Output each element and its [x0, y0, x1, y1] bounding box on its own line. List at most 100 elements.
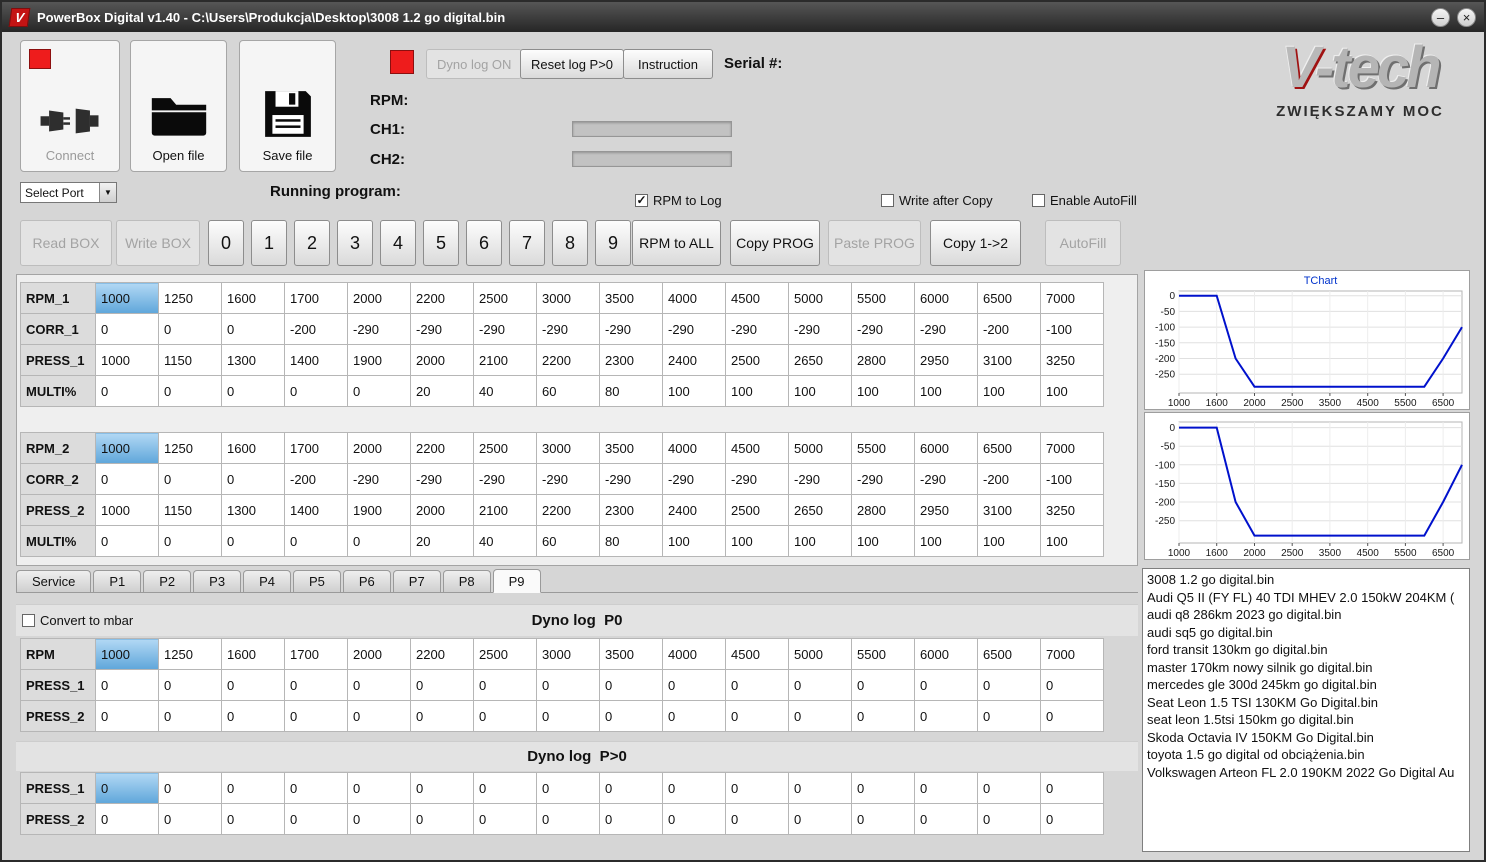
table-cell[interactable]: -290 [725, 313, 789, 345]
table-cell[interactable]: 0 [1040, 772, 1104, 804]
table-cell[interactable]: 0 [788, 700, 852, 732]
table-cell[interactable]: 2500 [473, 282, 537, 314]
table-cell[interactable]: 1000 [95, 494, 159, 526]
table-cell[interactable]: 2800 [851, 344, 915, 376]
table-cell[interactable]: 3500 [599, 282, 663, 314]
table-cell[interactable]: -290 [599, 463, 663, 495]
table-cell[interactable]: 2100 [473, 344, 537, 376]
table-cell[interactable]: 1000 [95, 432, 159, 464]
table-cell[interactable]: 0 [851, 669, 915, 701]
table-cell[interactable]: 1300 [221, 494, 285, 526]
file-item[interactable]: seat leon 1.5tsi 150km go digital.bin [1143, 711, 1469, 729]
title-bar[interactable]: V PowerBox Digital v1.40 - C:\Users\Prod… [2, 2, 1484, 32]
table-cell[interactable]: 1600 [221, 432, 285, 464]
table-cell[interactable]: 2300 [599, 494, 663, 526]
table-cell[interactable]: 100 [788, 525, 852, 557]
table-cell[interactable]: 0 [284, 700, 348, 732]
table-cell[interactable]: 100 [788, 375, 852, 407]
table-cell[interactable]: 0 [410, 700, 474, 732]
table-cell[interactable]: 0 [221, 313, 285, 345]
table-cell[interactable]: 2400 [662, 344, 726, 376]
table-cell[interactable]: 2100 [473, 494, 537, 526]
file-item[interactable]: ford transit 130km go digital.bin [1143, 641, 1469, 659]
table-cell[interactable]: 100 [977, 375, 1041, 407]
table-cell[interactable]: 0 [788, 669, 852, 701]
table-cell[interactable]: 0 [662, 669, 726, 701]
table-cell[interactable]: 0 [725, 669, 789, 701]
table-cell[interactable]: -290 [536, 463, 600, 495]
table-cell[interactable]: 0 [473, 700, 537, 732]
file-list[interactable]: 3008 1.2 go digital.bin Audi Q5 II (FY FL… [1142, 568, 1470, 852]
table-cell[interactable]: 0 [599, 772, 663, 804]
table-cell[interactable]: 0 [221, 669, 285, 701]
table-cell[interactable]: -290 [599, 313, 663, 345]
file-item[interactable]: Seat Leon 1.5 TSI 130KM Go Digital.bin [1143, 694, 1469, 712]
table-cell[interactable]: 0 [599, 700, 663, 732]
table-cell[interactable]: 0 [284, 803, 348, 835]
table-cell[interactable]: 4500 [725, 282, 789, 314]
table-cell[interactable]: 6500 [977, 638, 1041, 670]
select-port-dropdown[interactable]: Select Port ▼ [20, 182, 117, 203]
tab-p2[interactable]: P2 [143, 570, 192, 592]
table-cell[interactable]: 1000 [95, 344, 159, 376]
table-cell[interactable]: 0 [410, 772, 474, 804]
table-cell[interactable]: 5500 [851, 282, 915, 314]
enable-autofill-checkbox[interactable]: Enable AutoFill [1032, 193, 1137, 208]
checkbox-box[interactable] [1032, 194, 1045, 207]
table-cell[interactable]: 0 [158, 700, 222, 732]
table-cell[interactable]: 3000 [536, 282, 600, 314]
table-cell[interactable]: 0 [725, 803, 789, 835]
table-cell[interactable]: 0 [347, 700, 411, 732]
table-cell[interactable]: 5000 [788, 432, 852, 464]
table-cell[interactable]: 3000 [536, 638, 600, 670]
table-cell[interactable]: 0 [599, 803, 663, 835]
table-cell[interactable]: -290 [473, 313, 537, 345]
table-cell[interactable]: 0 [788, 803, 852, 835]
table-cell[interactable]: -290 [662, 463, 726, 495]
file-item[interactable]: Audi Q5 II (FY FL) 40 TDI MHEV 2.0 150kW… [1143, 589, 1469, 607]
table-cell[interactable]: 0 [347, 772, 411, 804]
table-cell[interactable]: -290 [410, 463, 474, 495]
table-cell[interactable]: 3250 [1040, 494, 1104, 526]
table-cell[interactable]: 0 [410, 803, 474, 835]
table-cell[interactable]: -200 [284, 313, 348, 345]
table-cell[interactable]: 0 [158, 803, 222, 835]
table-cell[interactable]: 40 [473, 525, 537, 557]
file-item[interactable]: toyota 1.5 go digital od obciążenia.bin [1143, 746, 1469, 764]
program-button-9[interactable]: 9 [595, 220, 631, 266]
table-cell[interactable]: 1900 [347, 344, 411, 376]
tab-p6[interactable]: P6 [342, 570, 391, 592]
file-item[interactable]: audi q8 286km 2023 go digital.bin [1143, 606, 1469, 624]
table-cell[interactable]: 0 [95, 803, 159, 835]
program-button-5[interactable]: 5 [423, 220, 459, 266]
file-item[interactable]: Skoda Octavia IV 150KM Go Digital.bin [1143, 729, 1469, 747]
table-cell[interactable]: 0 [284, 525, 348, 557]
table-cell[interactable]: 0 [284, 772, 348, 804]
table-cell[interactable]: 0 [158, 463, 222, 495]
table-cell[interactable]: -200 [977, 313, 1041, 345]
table-cell[interactable]: 3500 [599, 638, 663, 670]
table-cell[interactable]: 0 [851, 772, 915, 804]
table-cell[interactable]: 100 [725, 375, 789, 407]
table-cell[interactable]: 0 [158, 525, 222, 557]
table-cell[interactable]: 1300 [221, 344, 285, 376]
table-cell[interactable]: -200 [284, 463, 348, 495]
table-cell[interactable]: 0 [347, 375, 411, 407]
file-item[interactable]: audi sq5 go digital.bin [1143, 624, 1469, 642]
table-cell[interactable]: 0 [725, 700, 789, 732]
table-cell[interactable]: 6500 [977, 432, 1041, 464]
table-cell[interactable]: 0 [977, 803, 1041, 835]
table-cell[interactable]: 7000 [1040, 432, 1104, 464]
table-cell[interactable]: 100 [662, 375, 726, 407]
reset-log-button[interactable]: Reset log P>0 [520, 49, 625, 79]
table-cell[interactable]: 0 [95, 700, 159, 732]
table-cell[interactable]: -290 [347, 313, 411, 345]
table-cell[interactable]: 2650 [788, 344, 852, 376]
table-cell[interactable]: 20 [410, 375, 474, 407]
table-cell[interactable]: 0 [914, 772, 978, 804]
table-cell[interactable]: 2200 [410, 282, 474, 314]
table-cell[interactable]: 0 [95, 525, 159, 557]
table-cell[interactable]: 0 [851, 803, 915, 835]
instruction-button[interactable]: Instruction [623, 49, 713, 79]
table-cell[interactable]: 0 [977, 700, 1041, 732]
